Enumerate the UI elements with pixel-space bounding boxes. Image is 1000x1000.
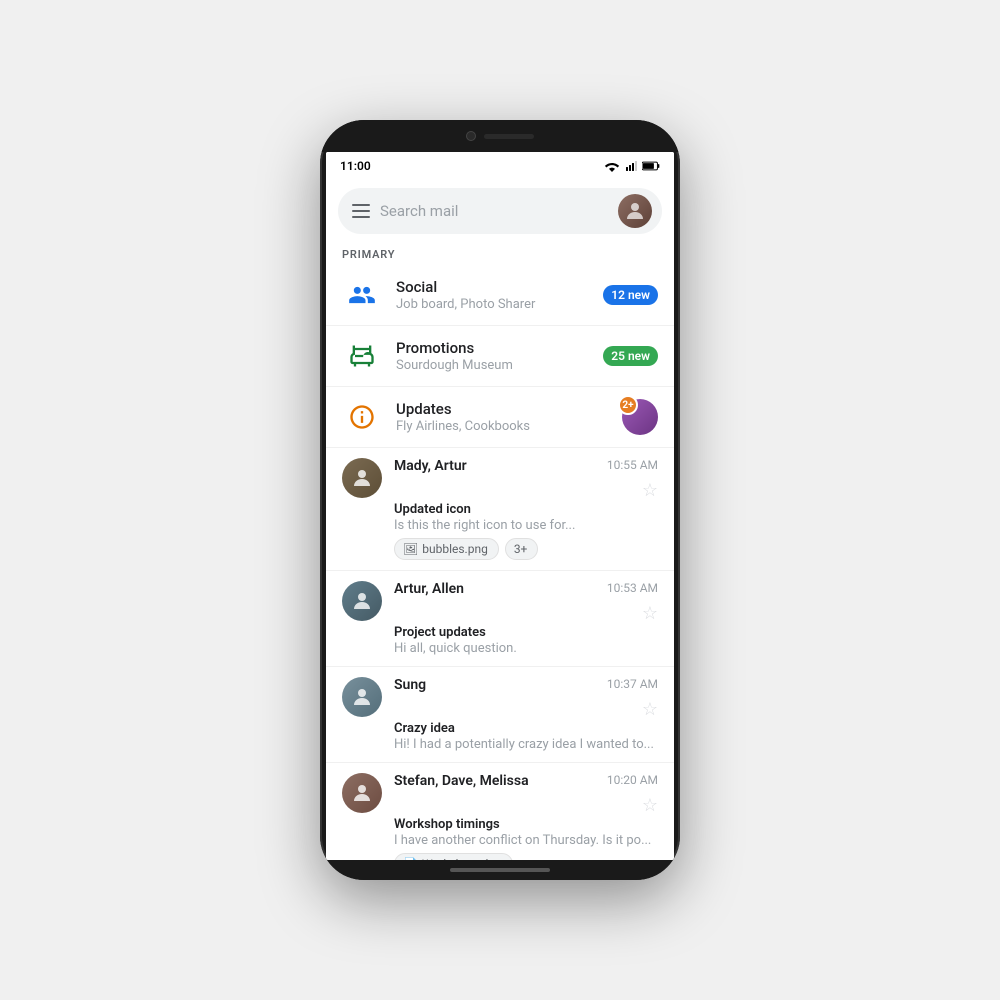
category-social[interactable]: Social Job board, Photo Sharer 12 new bbox=[326, 265, 674, 326]
email-header-1: Mady, Artur 10:55 AM ☆ bbox=[394, 458, 658, 501]
status-bar: 11:00 bbox=[326, 152, 674, 180]
updates-name: Updates bbox=[396, 400, 608, 418]
search-input[interactable]: Search mail bbox=[380, 202, 608, 220]
email-preview-1: Is this the right icon to use for... bbox=[394, 518, 658, 533]
star-icon-2[interactable]: ☆ bbox=[642, 603, 658, 624]
home-bar bbox=[450, 868, 550, 872]
email-time-3: 10:37 AM bbox=[607, 677, 658, 691]
battery-icon bbox=[642, 160, 660, 172]
attachment-chips-4: 📄 Workshop plan bbox=[394, 853, 658, 860]
email-sender-3: Sung bbox=[394, 677, 426, 693]
email-sender-4: Stefan, Dave, Melissa bbox=[394, 773, 529, 789]
signal-icon bbox=[624, 160, 638, 172]
attachment-name-4: Workshop plan bbox=[422, 857, 502, 860]
attachment-chip-1[interactable]: 🖼 bubbles.png bbox=[394, 538, 499, 560]
promotions-name: Promotions bbox=[396, 339, 589, 357]
section-label: PRIMARY bbox=[326, 242, 674, 265]
email-sender-2: Artur, Allen bbox=[394, 581, 464, 597]
email-row-2[interactable]: Artur, Allen 10:53 AM ☆ Project updates … bbox=[326, 571, 674, 667]
user-avatar[interactable] bbox=[618, 194, 652, 228]
phone-shell: 11:00 bbox=[320, 120, 680, 880]
promotions-category-info: Promotions Sourdough Museum bbox=[396, 339, 589, 373]
attachment-name-1: bubbles.png bbox=[422, 542, 488, 556]
extra-attachments-1[interactable]: 3+ bbox=[505, 538, 539, 560]
email-subject-1: Updated icon bbox=[394, 502, 658, 517]
wifi-icon bbox=[604, 160, 620, 172]
email-content-1: Mady, Artur 10:55 AM ☆ Updated icon Is t… bbox=[394, 458, 658, 560]
search-bar[interactable]: Search mail bbox=[338, 188, 662, 234]
updates-badge-area: 2+ bbox=[622, 399, 658, 435]
email-content-3: Sung 10:37 AM ☆ Crazy idea Hi! I had a p… bbox=[394, 677, 658, 752]
status-icons bbox=[604, 160, 660, 172]
extra-count-1: 3+ bbox=[514, 542, 528, 556]
updates-category-info: Updates Fly Airlines, Cookbooks bbox=[396, 400, 608, 434]
category-updates[interactable]: Updates Fly Airlines, Cookbooks 2+ bbox=[326, 387, 674, 448]
email-header-3: Sung 10:37 AM ☆ bbox=[394, 677, 658, 720]
star-icon-4[interactable]: ☆ bbox=[642, 795, 658, 816]
updates-count: 2+ bbox=[618, 395, 638, 415]
email-time-1: 10:55 AM bbox=[607, 458, 658, 472]
attachment-chips-1: 🖼 bubbles.png 3+ bbox=[394, 538, 658, 560]
status-time: 11:00 bbox=[340, 159, 371, 173]
email-subject-3: Crazy idea bbox=[394, 721, 658, 736]
email-row-1[interactable]: Mady, Artur 10:55 AM ☆ Updated icon Is t… bbox=[326, 448, 674, 571]
social-sub: Job board, Photo Sharer bbox=[396, 297, 589, 312]
user-avatar-image bbox=[618, 194, 652, 228]
speaker bbox=[484, 134, 534, 139]
phone-screen: 11:00 bbox=[326, 152, 674, 860]
email-time-4: 10:20 AM bbox=[607, 773, 658, 787]
star-icon-3[interactable]: ☆ bbox=[642, 699, 658, 720]
email-header-2: Artur, Allen 10:53 AM ☆ bbox=[394, 581, 658, 624]
email-content-4: Stefan, Dave, Melissa 10:20 AM ☆ Worksho… bbox=[394, 773, 658, 860]
camera bbox=[466, 131, 476, 141]
home-indicator bbox=[320, 860, 680, 880]
email-row-4[interactable]: Stefan, Dave, Melissa 10:20 AM ☆ Worksho… bbox=[326, 763, 674, 860]
search-bar-container: Search mail bbox=[326, 180, 674, 242]
updates-category-icon bbox=[342, 397, 382, 437]
email-time-2: 10:53 AM bbox=[607, 581, 658, 595]
mail-list: Social Job board, Photo Sharer 12 new Pr… bbox=[326, 265, 674, 860]
promotions-badge: 25 new bbox=[603, 346, 658, 366]
attachment-icon-1: 🖼 bbox=[403, 542, 418, 556]
social-category-info: Social Job board, Photo Sharer bbox=[396, 278, 589, 312]
email-preview-2: Hi all, quick question. bbox=[394, 641, 658, 656]
star-icon-1[interactable]: ☆ bbox=[642, 480, 658, 501]
social-name: Social bbox=[396, 278, 589, 296]
email-avatar-3 bbox=[342, 677, 382, 717]
updates-sub: Fly Airlines, Cookbooks bbox=[396, 419, 608, 434]
attachment-icon-4: 📄 bbox=[403, 857, 418, 860]
email-preview-4: I have another conflict on Thursday. Is … bbox=[394, 833, 658, 848]
email-sender-1: Mady, Artur bbox=[394, 458, 467, 474]
email-avatar-2 bbox=[342, 581, 382, 621]
email-actions-4: 10:20 AM ☆ bbox=[607, 773, 658, 816]
email-preview-3: Hi! I had a potentially crazy idea I wan… bbox=[394, 737, 658, 752]
email-header-4: Stefan, Dave, Melissa 10:20 AM ☆ bbox=[394, 773, 658, 816]
email-avatar-4 bbox=[342, 773, 382, 813]
social-badge: 12 new bbox=[603, 285, 658, 305]
category-promotions[interactable]: Promotions Sourdough Museum 25 new bbox=[326, 326, 674, 387]
email-subject-2: Project updates bbox=[394, 625, 658, 640]
social-category-icon bbox=[342, 275, 382, 315]
email-subject-4: Workshop timings bbox=[394, 817, 658, 832]
promotions-sub: Sourdough Museum bbox=[396, 358, 589, 373]
phone-notch bbox=[320, 120, 680, 152]
email-actions-1: 10:55 AM ☆ bbox=[607, 458, 658, 501]
email-avatar-1 bbox=[342, 458, 382, 498]
email-actions-2: 10:53 AM ☆ bbox=[607, 581, 658, 624]
email-actions-3: 10:37 AM ☆ bbox=[607, 677, 658, 720]
promotions-category-icon bbox=[342, 336, 382, 376]
email-row-3[interactable]: Sung 10:37 AM ☆ Crazy idea Hi! I had a p… bbox=[326, 667, 674, 763]
menu-icon[interactable] bbox=[352, 204, 370, 218]
email-content-2: Artur, Allen 10:53 AM ☆ Project updates … bbox=[394, 581, 658, 656]
attachment-chip-4[interactable]: 📄 Workshop plan bbox=[394, 853, 513, 860]
